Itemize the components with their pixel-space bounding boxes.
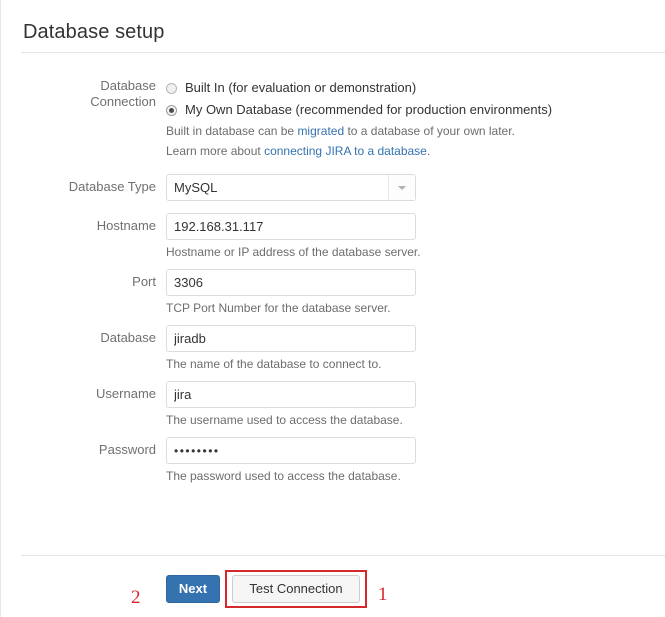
password-input[interactable] (166, 437, 416, 464)
hostname-input[interactable] (166, 213, 416, 240)
database-type-control: MySQL (166, 174, 665, 201)
annotation-marker-2: 2 (131, 587, 141, 608)
field-row-database-type: Database Type MySQL (1, 174, 665, 201)
migrated-link[interactable]: migrated (297, 124, 344, 138)
next-button[interactable]: Next (166, 575, 220, 603)
field-row-database: Database The name of the database to con… (1, 325, 665, 371)
database-type-select[interactable]: MySQL (166, 174, 416, 201)
field-row-hostname: Hostname Hostname or IP address of the d… (1, 213, 665, 259)
port-control: TCP Port Number for the database server. (166, 269, 665, 315)
hostname-help: Hostname or IP address of the database s… (166, 245, 421, 259)
password-control: The password used to access the database… (166, 437, 665, 483)
chevron-down-icon[interactable] (388, 175, 415, 200)
connection-note-learn-suffix: . (426, 144, 431, 158)
database-setup-page: Database setup Database Connection Built… (0, 0, 665, 617)
database-help: The name of the database to connect to. (166, 357, 382, 371)
footer-divider (21, 555, 665, 556)
field-row-password: Password The password used to access the… (1, 437, 665, 483)
field-row-database-connection: Database Connection Built In (for evalua… (1, 78, 665, 160)
form-footer: Next Test Connection 1 2 (1, 570, 665, 617)
database-connection-label-line2: Connection (90, 94, 156, 109)
database-type-label: Database Type (68, 179, 156, 194)
database-type-value: MySQL (174, 180, 218, 195)
username-help: The username used to access the database… (166, 413, 403, 427)
database-connection-label-line1: Database (100, 78, 156, 93)
password-help: The password used to access the database… (166, 469, 401, 483)
radio-label-built-in: Built In (for evaluation or demonstratio… (185, 80, 417, 95)
page-title: Database setup (23, 21, 165, 44)
port-help: TCP Port Number for the database server. (166, 301, 391, 315)
radio-option-my-own-database[interactable]: My Own Database (recommended for product… (166, 100, 665, 120)
database-label: Database (100, 330, 156, 345)
connection-note-migrate: Built in database can be migrated to a d… (166, 122, 665, 140)
field-row-port: Port TCP Port Number for the database se… (1, 269, 665, 315)
connection-note-migrate-suffix: to a database of your own later. (344, 124, 515, 138)
username-input[interactable] (166, 381, 416, 408)
database-control: The name of the database to connect to. (166, 325, 665, 371)
annotation-marker-1: 1 (378, 584, 388, 605)
port-label: Port (132, 274, 156, 289)
test-connection-button[interactable]: Test Connection (232, 575, 360, 603)
radio-label-my-own-database: My Own Database (recommended for product… (185, 102, 553, 117)
database-input[interactable] (166, 325, 416, 352)
connection-note-learn-prefix: Learn more about (166, 144, 265, 158)
port-input[interactable] (166, 269, 416, 296)
database-setup-form: Database Connection Built In (for evalua… (1, 78, 665, 483)
hostname-control: Hostname or IP address of the database s… (166, 213, 665, 259)
username-control: The username used to access the database… (166, 381, 665, 427)
username-label: Username (96, 386, 156, 401)
connection-note-learn-more: Learn more about connecting JIRA to a da… (166, 142, 665, 160)
connection-note-migrate-prefix: Built in database can be (166, 124, 298, 138)
radio-icon-built-in[interactable] (166, 82, 177, 94)
hostname-label: Hostname (96, 218, 156, 233)
password-label: Password (98, 442, 156, 457)
field-row-username: Username The username used to access the… (1, 381, 665, 427)
database-connection-radio-group: Built In (for evaluation or demonstratio… (166, 78, 665, 160)
radio-icon-my-own-database[interactable] (166, 104, 177, 116)
connecting-jira-link[interactable]: connecting JIRA to a database (264, 144, 427, 158)
database-connection-label: Database Connection (1, 78, 156, 110)
radio-option-built-in[interactable]: Built In (for evaluation or demonstratio… (166, 78, 665, 98)
database-connection-control: Built In (for evaluation or demonstratio… (166, 78, 665, 160)
header-divider (21, 52, 665, 53)
